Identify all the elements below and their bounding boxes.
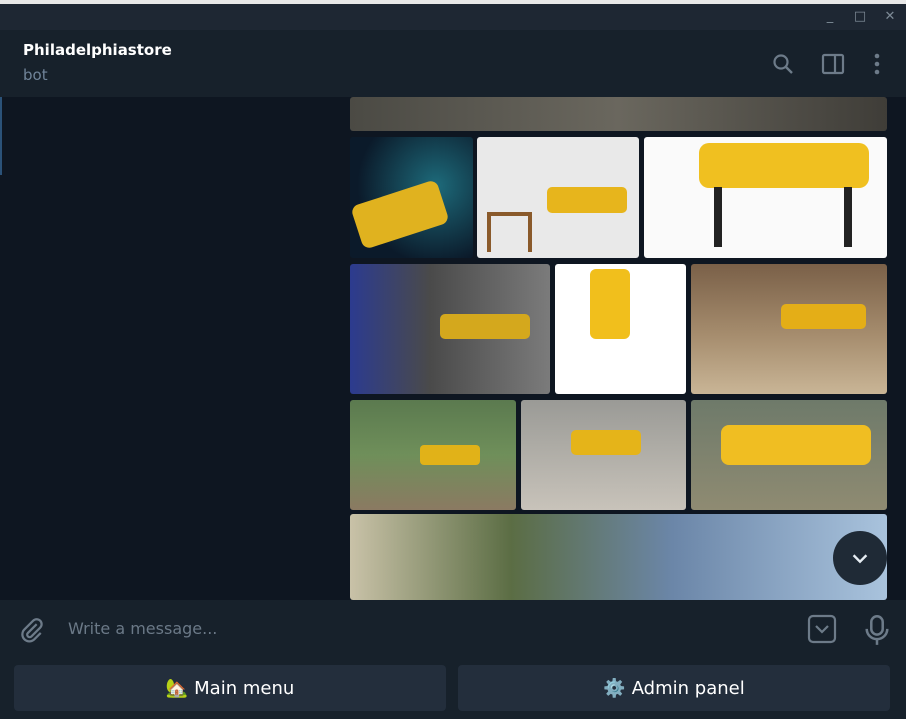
close-button[interactable]: ✕: [882, 9, 898, 25]
maximize-button[interactable]: □: [852, 9, 868, 25]
sidebar-toggle-icon[interactable]: [821, 52, 845, 76]
photo-robot-dark-background[interactable]: [350, 137, 473, 258]
photo-robot-living-room[interactable]: [691, 264, 887, 394]
minimize-button[interactable]: _: [822, 9, 838, 25]
gear-icon: ⚙️: [603, 677, 626, 699]
bot-keyboard-icon[interactable]: [807, 614, 837, 644]
chat-header: Philadelphiastore bot: [0, 30, 906, 97]
chat-subtitle: bot: [23, 66, 48, 84]
photo-robot-arm-table[interactable]: [477, 137, 639, 258]
active-indicator: [0, 97, 2, 175]
compose-area: Write a message... 🏡 Main menu ⚙️ Admin …: [0, 600, 906, 719]
photo-robot-standing[interactable]: [555, 264, 686, 394]
main-menu-label: Main menu: [194, 677, 295, 699]
scroll-down-button[interactable]: [833, 531, 887, 585]
photo-robot-closeup[interactable]: [691, 400, 887, 510]
house-icon: 🏡: [165, 677, 189, 699]
photo-robot-hallway[interactable]: [350, 264, 550, 394]
photo-robot-on-hand[interactable]: [521, 400, 686, 510]
admin-panel-label: Admin panel: [631, 677, 745, 699]
photo-robot-street[interactable]: [350, 514, 887, 600]
photo-robot-ground[interactable]: [350, 97, 887, 131]
photo-robot-outdoors[interactable]: [350, 400, 516, 510]
photo-robot-white-background[interactable]: [644, 137, 887, 258]
message-input[interactable]: Write a message...: [68, 619, 217, 638]
main-menu-button[interactable]: 🏡 Main menu: [14, 665, 446, 711]
chevron-down-icon: [852, 554, 868, 564]
chat-title[interactable]: Philadelphiastore: [23, 41, 172, 59]
search-icon[interactable]: [771, 52, 795, 76]
title-bar: _ □ ✕: [0, 4, 906, 30]
attach-icon[interactable]: [18, 616, 46, 644]
microphone-icon[interactable]: [863, 614, 891, 646]
admin-panel-button[interactable]: ⚙️ Admin panel: [458, 665, 890, 711]
more-menu-icon[interactable]: [865, 52, 889, 76]
message-area[interactable]: [0, 97, 906, 600]
